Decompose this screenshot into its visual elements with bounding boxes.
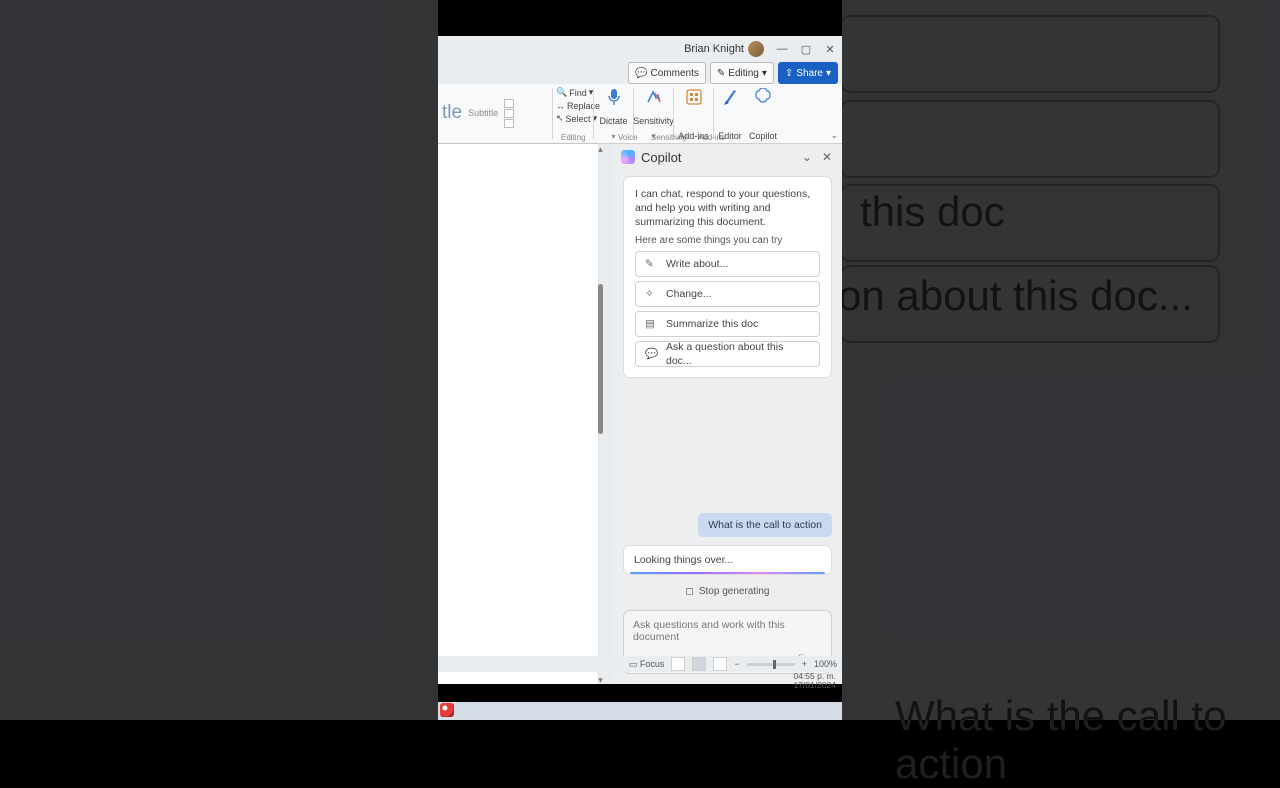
zoom-slider[interactable]: [747, 663, 795, 666]
pen-icon: ✎: [645, 257, 658, 271]
maximize-button[interactable]: ▢: [800, 43, 812, 55]
collapse-ribbon-button[interactable]: ⌄: [830, 130, 838, 141]
chevron-down-icon: ▾: [826, 68, 831, 79]
suggestion-summarize[interactable]: ▤Summarize this doc: [635, 311, 820, 337]
copilot-response: Looking things over...: [623, 545, 832, 575]
select-button[interactable]: ↖Select▾: [556, 112, 590, 125]
styles-up-button[interactable]: [504, 99, 514, 108]
scroll-down-button[interactable]: ▾: [596, 675, 605, 684]
group-label: Editing: [561, 133, 585, 142]
mic-icon: [607, 86, 621, 108]
copilot-icon: [754, 86, 772, 108]
group-label: Add-ins: [698, 133, 725, 142]
search-icon: 🔍: [556, 87, 567, 98]
intro-text: I can chat, respond to your questions, a…: [635, 187, 820, 230]
collapse-panel-button[interactable]: ⌄: [800, 148, 814, 166]
pencil-icon: ✎: [717, 68, 725, 79]
scroll-up-button[interactable]: ▴: [596, 144, 605, 153]
find-button[interactable]: 🔍Find▾: [556, 86, 590, 99]
wand-icon: ✧: [645, 287, 658, 301]
taskbar: [438, 702, 842, 720]
document-page[interactable]: [438, 144, 598, 684]
focus-mode-button[interactable]: ▭ Focus: [629, 659, 665, 670]
title-bar: Brian Knight — ▢ ✕: [438, 36, 842, 62]
vertical-scrollbar[interactable]: ▴ ▾: [596, 144, 605, 684]
copilot-title: Copilot: [641, 150, 681, 165]
copilot-panel: Copilot ⌄ ✕ I can chat, respond to your …: [613, 144, 842, 684]
styles-more-button[interactable]: [504, 119, 514, 128]
web-layout-button[interactable]: [713, 657, 727, 671]
app-viewport: Brian Knight — ▢ ✕ 💬 Comments ✎ Editing …: [438, 0, 842, 720]
replace-button[interactable]: ↔Replace: [556, 99, 590, 112]
minimize-button[interactable]: —: [776, 43, 788, 55]
style-subtitle: Subtitle: [468, 109, 498, 119]
comment-icon: 💬: [635, 68, 647, 79]
group-label: Voice: [618, 133, 638, 142]
zoom-level[interactable]: 100%: [814, 659, 837, 669]
stop-generating-button[interactable]: ◻ Stop generating: [686, 583, 770, 600]
suggestion-change[interactable]: ✧Change...: [635, 281, 820, 307]
user-message: What is the call to action: [698, 513, 832, 537]
avatar: [748, 41, 764, 57]
zoom-out-button[interactable]: −: [734, 659, 739, 669]
share-icon: ⇪: [785, 68, 793, 79]
scroll-thumb[interactable]: [598, 284, 603, 434]
chat-icon: 💬: [645, 347, 658, 361]
account-button[interactable]: Brian Knight: [684, 41, 764, 57]
replace-icon: ↔: [556, 101, 565, 111]
word-window: Brian Knight — ▢ ✕ 💬 Comments ✎ Editing …: [438, 36, 842, 684]
styles-down-button[interactable]: [504, 109, 514, 118]
chevron-down-icon: ▾: [762, 68, 767, 79]
suggestion-ask[interactable]: 💬Ask a question about this doc...: [635, 341, 820, 367]
stop-icon: ◻: [686, 586, 694, 597]
action-bar: 💬 Comments ✎ Editing ▾ ⇪ Share ▾: [438, 62, 842, 84]
ribbon: tle Subtitle 🔍Find▾ ↔Replace ↖Select▾ Ed…: [438, 84, 842, 144]
taskbar-app-icon[interactable]: [440, 703, 454, 717]
copilot-ribbon-button[interactable]: Copilot: [746, 84, 780, 143]
style-title: tle: [442, 103, 462, 124]
close-panel-button[interactable]: ✕: [820, 148, 834, 166]
comments-button[interactable]: 💬 Comments: [628, 62, 706, 84]
copilot-intro-card: I can chat, respond to your questions, a…: [623, 176, 832, 378]
sensitivity-icon: [645, 86, 663, 108]
user-name: Brian Knight: [684, 43, 744, 55]
suggestion-write[interactable]: ✎Write about...: [635, 251, 820, 277]
styles-gallery[interactable]: tle Subtitle: [438, 84, 552, 143]
read-mode-button[interactable]: [671, 657, 685, 671]
close-window-button[interactable]: ✕: [824, 43, 836, 55]
input-placeholder: Ask questions and work with this documen…: [633, 619, 822, 643]
status-bar: ▭ Focus − + 100%: [438, 656, 842, 672]
doc-icon: ▤: [645, 317, 658, 331]
share-button[interactable]: ⇪ Share ▾: [778, 62, 838, 84]
editing-mode-button[interactable]: ✎ Editing ▾: [710, 62, 774, 84]
hint-text: Here are some things you can try: [635, 234, 820, 248]
system-clock: 04:55 p. m.17/01/2024: [793, 672, 836, 684]
cursor-icon: ↖: [556, 113, 564, 124]
zoom-in-button[interactable]: +: [802, 659, 807, 669]
copilot-logo-icon: [621, 150, 635, 164]
addins-icon: [686, 86, 702, 108]
chevron-down-icon: ▾: [611, 132, 615, 141]
print-layout-button[interactable]: [692, 657, 706, 671]
response-status: Looking things over...: [634, 554, 733, 566]
copilot-header: Copilot ⌄ ✕: [613, 144, 842, 170]
editor-icon: [722, 86, 738, 108]
group-label: Sensitivity: [651, 133, 687, 142]
